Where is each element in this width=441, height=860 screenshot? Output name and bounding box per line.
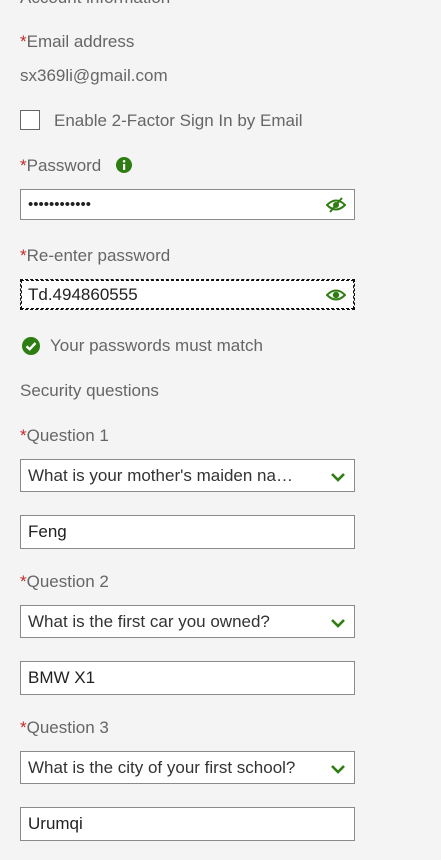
password-label-text: Password xyxy=(26,156,102,175)
question-1-select[interactable]: What is your mother's maiden name? xyxy=(20,459,355,492)
question-3-selected: What is the city of your first school? xyxy=(28,758,296,777)
question-1-selected: What is your mother's maiden name? xyxy=(28,466,303,485)
reenter-password-input[interactable]: Td.494860555 xyxy=(20,279,355,310)
question-2-label-text: Question 2 xyxy=(26,572,109,591)
question-3-select[interactable]: What is the city of your first school? xyxy=(20,751,355,784)
password-label: *Password xyxy=(20,156,101,176)
question-3-label-text: Question 3 xyxy=(26,718,109,737)
security-questions-heading: Security questions xyxy=(20,381,159,400)
question-3-answer-input[interactable]: Urumqi xyxy=(20,807,355,841)
chevron-down-icon xyxy=(331,765,345,774)
reenter-password-label: *Re-enter password xyxy=(20,246,170,266)
email-value: sx369li@gmail.com xyxy=(20,66,168,85)
check-circle-icon xyxy=(22,337,40,355)
eye-slash-icon[interactable] xyxy=(326,197,346,213)
required-marker: * xyxy=(20,572,27,591)
email-label-text: Email address xyxy=(26,32,135,51)
reenter-password-label-text: Re-enter password xyxy=(26,246,171,265)
question-2-selected: What is the first car you owned? xyxy=(28,612,270,631)
required-marker: * xyxy=(20,718,27,737)
password-value: •••••••••••• xyxy=(28,196,92,213)
question-2-answer-input[interactable]: BMW X1 xyxy=(20,661,355,695)
two-factor-label[interactable]: Enable 2-Factor Sign In by Email xyxy=(54,111,303,131)
chevron-down-icon xyxy=(331,473,345,482)
question-3-label: *Question 3 xyxy=(20,718,109,738)
required-marker: * xyxy=(20,246,27,265)
required-marker: * xyxy=(20,156,27,175)
password-input[interactable]: •••••••••••• xyxy=(20,189,355,220)
question-2-label: *Question 2 xyxy=(20,572,109,592)
question-1-label: *Question 1 xyxy=(20,426,109,446)
question-2-select[interactable]: What is the first car you owned? xyxy=(20,605,355,638)
password-match-text: Your passwords must match xyxy=(50,336,263,355)
info-icon[interactable] xyxy=(116,157,132,173)
chevron-down-icon xyxy=(331,619,345,628)
eye-icon[interactable] xyxy=(326,287,346,303)
two-factor-checkbox[interactable] xyxy=(20,110,40,130)
question-1-label-text: Question 1 xyxy=(26,426,109,445)
required-marker: * xyxy=(20,426,27,445)
question-3-answer: Urumqi xyxy=(28,814,83,833)
email-label: *Email address xyxy=(20,32,134,52)
reenter-password-value: Td.494860555 xyxy=(28,285,138,304)
required-marker: * xyxy=(20,32,27,51)
question-1-answer: Feng xyxy=(28,522,67,541)
question-1-answer-input[interactable]: Feng xyxy=(20,515,355,549)
question-2-answer: BMW X1 xyxy=(28,668,96,687)
section-title: Account information xyxy=(20,0,170,8)
